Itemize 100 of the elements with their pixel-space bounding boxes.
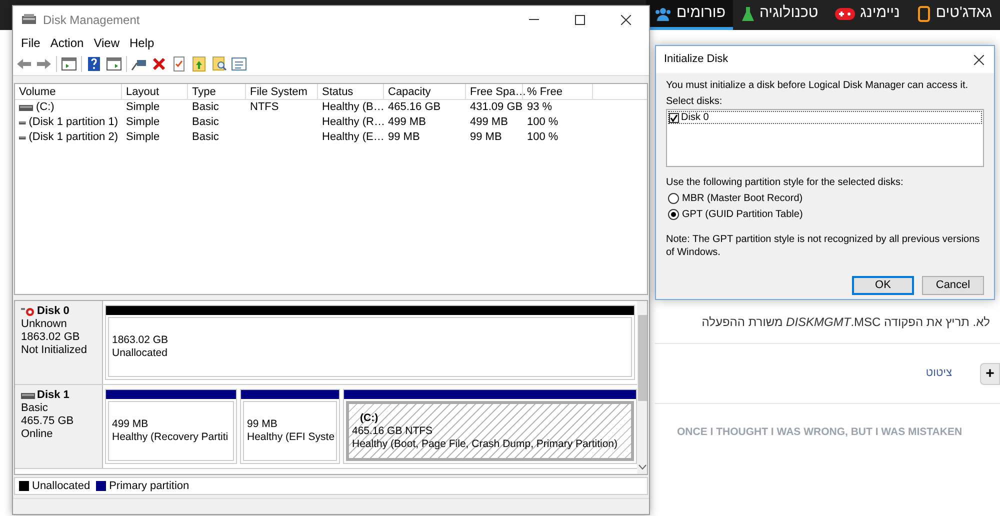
table-row[interactable]: (C:) Simple Basic NTFS Healthy (B… 465.16 GB 431.09 GB 93 % <box>15 100 647 115</box>
radio-button[interactable] <box>668 193 679 204</box>
partition-block[interactable]: 99 MB Healthy (EFI Syste <box>240 389 340 464</box>
radio-button[interactable] <box>668 209 679 220</box>
table-row[interactable]: (Disk 1 partition 1) Simple Basic Healthy (R… 499 MB 499 MB 100 % <box>15 115 647 130</box>
checkbox[interactable] <box>669 112 679 122</box>
disk-name: Disk 1 <box>37 389 70 402</box>
column-header[interactable]: Layout <box>122 84 188 99</box>
partition-detail: Healthy (EFI Syste <box>247 431 333 444</box>
partition-style-label: Use the following partition style for the selected disks: <box>666 176 904 189</box>
scroll-down-icon <box>638 464 646 470</box>
add-button[interactable]: + <box>980 362 1000 384</box>
table-cell-text: Simple <box>126 130 160 146</box>
dialog-title: Initialize Disk <box>664 52 728 68</box>
menu-item[interactable]: View <box>88 34 124 52</box>
panel-icon[interactable] <box>61 56 77 72</box>
folder-up-icon[interactable] <box>191 56 207 72</box>
disk-checkbox-item[interactable]: Disk 0 <box>668 111 982 124</box>
partition-detail: 1863.02 GB <box>112 334 170 347</box>
folder-search-icon[interactable] <box>211 56 227 72</box>
column-header[interactable]: File System <box>246 84 318 99</box>
panel-icon[interactable] <box>106 56 122 72</box>
checklist-icon[interactable] <box>171 56 187 72</box>
column-header[interactable]: Free Spa… <box>466 84 523 99</box>
disk-management-icon <box>21 12 37 26</box>
partition-block[interactable]: 1863.02 GB Unallocated <box>105 305 635 380</box>
nav-tab[interactable]: טכנולוגיה <box>733 0 826 30</box>
users-icon <box>654 6 672 22</box>
partition-detail: 465.16 GB NTFS <box>352 424 434 438</box>
table-cell-text: Healthy (R… <box>322 115 385 130</box>
partition-detail: Healthy (Recovery Partiti <box>112 431 230 444</box>
signature: ONCE I THOUGHT I WAS WRONG, BUT I WAS MISTAKEN <box>677 426 962 438</box>
close-icon <box>621 14 631 24</box>
table-cell-text: (Disk 1 partition 1) <box>28 115 118 130</box>
dialog-message: You must initialize a disk before Logical Disk Manager can access it. <box>666 79 970 92</box>
table-cell-text: Simple <box>126 100 160 116</box>
partition-detail: Unallocated <box>112 347 168 360</box>
table-cell-text: 100 % <box>527 130 558 146</box>
drive-icon <box>19 118 26 126</box>
radio-option[interactable]: MBR (Master Boot Record) <box>668 192 984 205</box>
table-cell-text: NTFS <box>250 100 279 116</box>
scrollbar[interactable] <box>637 301 647 474</box>
disk-error-icon <box>21 306 35 316</box>
flask-icon <box>741 6 756 22</box>
disk-detail: Not Initialized <box>21 344 88 357</box>
dialog-button[interactable]: Cancel <box>922 276 984 295</box>
select-disks-label: Select disks: <box>666 95 724 108</box>
close-icon <box>974 54 984 64</box>
table-row[interactable]: (Disk 1 partition 2) Simple Basic Healthy (E… 99 MB 99 MB 100 % <box>15 130 647 145</box>
table-cell-text: (C:) <box>36 100 54 116</box>
drive-icon <box>19 104 33 112</box>
table-cell-text: 499 MB <box>388 115 426 130</box>
delete-icon[interactable] <box>151 56 167 72</box>
disk-detail: 1863.02 GB <box>21 331 81 344</box>
disk-info-panel[interactable]: Disk 1 Basic 465.75 GB Online <box>15 385 103 468</box>
table-cell-text: 499 MB <box>470 115 508 130</box>
back-arrow-icon[interactable] <box>16 56 32 72</box>
disk-detail: Unknown <box>21 318 68 331</box>
disk-info-panel[interactable]: Disk 0 Unknown 1863.02 GB Not Initialized <box>15 301 103 384</box>
disk-detail: Online <box>21 428 54 441</box>
radio-option[interactable]: GPT (GUID Partition Table) <box>668 208 984 221</box>
partition-block[interactable]: (C:) 465.16 GB NTFS Healthy (Boot, Page File, Crash Dump, Primary Partition) <box>343 389 637 464</box>
dialog-note: Note: The GPT partition style is not recognized by all previous versions of Windows. <box>666 233 981 259</box>
nav-tab[interactable]: גאדג'טים <box>908 0 1000 30</box>
legend-label: Primary partition <box>109 478 190 494</box>
nav-tab[interactable]: ניימינג <box>826 0 908 30</box>
help-icon[interactable] <box>86 56 102 72</box>
table-cell-text: 431.09 GB <box>470 100 523 116</box>
partition-detail: 499 MB <box>112 418 150 431</box>
forward-arrow-icon[interactable] <box>36 56 52 72</box>
table-cell-text: Healthy (E… <box>322 130 384 146</box>
partition-detail: Healthy (Boot, Page File, Crash Dump, Primary Partition) <box>352 438 619 450</box>
quote-link[interactable]: ציטוט <box>926 365 952 382</box>
window-title: Disk Management <box>43 12 140 28</box>
dialog-button[interactable]: OK <box>852 276 914 295</box>
nav-tab[interactable]: פורומים <box>646 0 734 30</box>
gamepad-icon <box>834 6 856 20</box>
partition-label: (C:) <box>359 412 380 424</box>
maximize-icon <box>575 14 585 24</box>
check-icon <box>670 114 678 122</box>
menu-item[interactable]: File <box>16 34 46 52</box>
partition-detail: 99 MB <box>247 418 278 431</box>
column-header[interactable]: Capacity <box>384 84 466 99</box>
column-header[interactable]: Volume <box>15 84 122 99</box>
column-header[interactable]: Status <box>318 84 384 99</box>
table-cell-text: Basic <box>192 130 219 146</box>
partition-block[interactable]: 499 MB Healthy (Recovery Partiti <box>105 389 237 464</box>
table-cell-text: Simple <box>126 115 160 130</box>
disk-detail: Basic <box>21 402 49 415</box>
disk-name: Disk 0 <box>37 305 70 318</box>
column-header[interactable]: % Free <box>523 84 593 99</box>
table-cell-text: 465.16 GB <box>388 100 441 116</box>
column-header[interactable]: Type <box>188 84 246 99</box>
table-cell-text: Healthy (B… <box>322 100 384 116</box>
menu-item[interactable]: Action <box>45 34 89 52</box>
menu-item[interactable]: Help <box>124 34 160 52</box>
table-cell-text: Basic <box>192 115 219 130</box>
table-cell-text: (Disk 1 partition 2) <box>28 130 118 146</box>
list-icon[interactable] <box>231 56 247 72</box>
legend-label: Unallocated <box>32 478 90 494</box>
